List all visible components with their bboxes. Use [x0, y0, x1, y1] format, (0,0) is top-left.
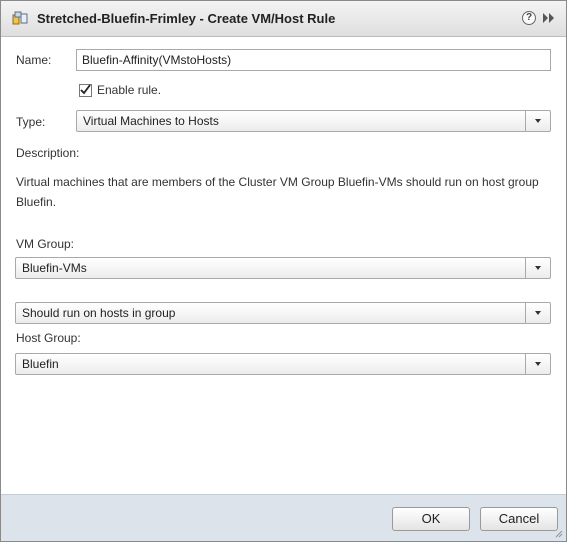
chevron-down-icon	[535, 311, 541, 315]
vm-group-label: VM Group:	[16, 237, 75, 251]
checkmark-icon	[80, 84, 91, 95]
create-vm-host-rule-dialog: Stretched-Bluefin-Frimley - Create VM/Ho…	[0, 0, 567, 542]
dialog-footer: OK Cancel	[1, 494, 566, 541]
description-text: Virtual machines that are members of the…	[16, 175, 539, 209]
vm-group-dropdown-button[interactable]	[525, 258, 550, 278]
description-label: Description:	[16, 146, 80, 160]
relation-select-value: Should run on hosts in group	[22, 306, 176, 320]
host-group-dropdown-button[interactable]	[525, 354, 550, 374]
chevron-down-icon	[535, 362, 541, 366]
help-icon[interactable]: ?	[522, 11, 536, 25]
enable-rule-label: Enable rule.	[97, 83, 162, 97]
expand-icon[interactable]	[542, 12, 556, 24]
cancel-button[interactable]: Cancel	[480, 507, 558, 531]
dialog-titlebar[interactable]: Stretched-Bluefin-Frimley - Create VM/Ho…	[1, 1, 566, 37]
relation-dropdown-button[interactable]	[525, 303, 550, 323]
relation-select[interactable]: Should run on hosts in group	[15, 302, 551, 324]
name-input[interactable]: Bluefin-Affinity(VMstoHosts)	[76, 49, 551, 71]
chevron-down-icon	[535, 266, 541, 270]
type-select[interactable]: Virtual Machines to Hosts	[76, 110, 551, 132]
rule-icon	[12, 11, 28, 25]
name-input-value: Bluefin-Affinity(VMstoHosts)	[82, 53, 232, 67]
vm-group-select-value: Bluefin-VMs	[22, 261, 87, 275]
dialog-title: Stretched-Bluefin-Frimley - Create VM/Ho…	[37, 11, 336, 26]
resize-grip-icon[interactable]	[553, 528, 563, 538]
type-select-value: Virtual Machines to Hosts	[83, 114, 219, 128]
name-label: Name:	[16, 53, 52, 67]
host-group-label: Host Group:	[16, 331, 81, 345]
vm-group-select[interactable]: Bluefin-VMs	[15, 257, 551, 279]
chevron-down-icon	[535, 119, 541, 123]
ok-button[interactable]: OK	[392, 507, 470, 531]
enable-rule-checkbox[interactable]	[79, 84, 92, 97]
host-group-select[interactable]: Bluefin	[15, 353, 551, 375]
host-group-select-value: Bluefin	[22, 357, 59, 371]
type-label: Type:	[16, 115, 46, 129]
type-dropdown-button[interactable]	[525, 111, 550, 131]
